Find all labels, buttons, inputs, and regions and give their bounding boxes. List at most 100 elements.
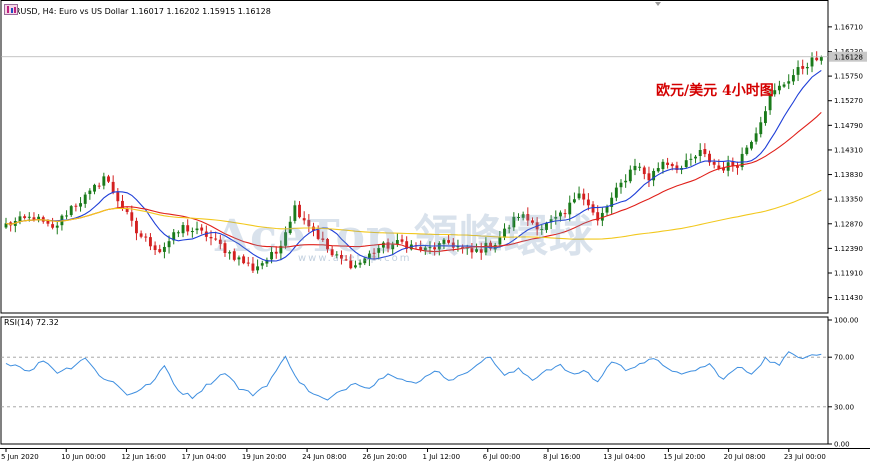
x-tick-label: 1 Jul 12:00 xyxy=(423,453,461,461)
candle-body xyxy=(647,173,651,181)
candle-body xyxy=(23,216,27,219)
candle-body xyxy=(614,187,618,198)
symbol-icon xyxy=(4,4,18,15)
chart-annotation: 欧元/美元 4小时图 xyxy=(656,83,774,99)
candle-body xyxy=(642,167,646,175)
candle-body xyxy=(605,206,609,213)
candle-body xyxy=(689,158,693,160)
candle-body xyxy=(195,228,199,231)
y-tick-label: 1.15750 xyxy=(834,73,863,81)
x-tick-label: 12 Jun 16:00 xyxy=(121,453,165,461)
y-tick-label: 1.13830 xyxy=(834,171,863,179)
candle-body xyxy=(815,57,819,61)
candle-body xyxy=(796,67,800,75)
candle-body xyxy=(176,232,180,234)
candle-body xyxy=(153,245,157,251)
candle-body xyxy=(801,66,805,69)
candle-body xyxy=(791,75,795,82)
candle-body xyxy=(745,147,749,155)
candle-body xyxy=(88,190,92,195)
candle-body xyxy=(638,166,642,168)
candle-body xyxy=(684,160,688,168)
candle-body xyxy=(55,225,59,228)
x-tick-label: 10 Jun 00:00 xyxy=(61,453,105,461)
candle-body xyxy=(750,141,753,149)
candle-body xyxy=(69,206,73,216)
candle-body xyxy=(670,163,674,167)
rsi-line xyxy=(5,351,822,401)
symbol-title: EURUSD, H4: Euro vs US Dollar 1.16017 1.… xyxy=(4,6,271,16)
candle-body xyxy=(190,231,194,233)
x-tick-label: 19 Jun 20:00 xyxy=(242,453,286,461)
candle-body xyxy=(666,162,670,165)
candle-body xyxy=(74,205,78,207)
x-tick-label: 20 Jul 08:00 xyxy=(724,453,766,461)
candle-body xyxy=(97,185,101,187)
x-tick-label: 6 Jul 00:00 xyxy=(483,453,521,461)
candle-body xyxy=(624,180,628,183)
candle-body xyxy=(582,193,586,200)
candle-body xyxy=(759,122,763,135)
candle-body xyxy=(200,227,204,231)
scroll-marker-icon xyxy=(655,2,661,6)
candle-body xyxy=(656,168,660,172)
candle-body xyxy=(65,215,69,217)
y-tick-label: 1.11430 xyxy=(834,294,863,302)
candle-body xyxy=(209,237,213,239)
candle-body xyxy=(353,265,357,268)
x-tick-label: 5 Jun 2020 xyxy=(1,453,39,461)
candle-body xyxy=(27,216,31,218)
main-plot-frame xyxy=(0,0,829,314)
candle-body xyxy=(577,193,581,199)
x-tick-label: 13 Jul 04:00 xyxy=(603,453,645,461)
rsi-y-tick-label: 100.00 xyxy=(834,317,859,325)
candle-body xyxy=(251,263,255,271)
candle-body xyxy=(158,249,162,253)
x-tick-label: 23 Jul 00:00 xyxy=(784,453,826,461)
candle-body xyxy=(777,85,781,91)
x-tick-label: 8 Jul 16:00 xyxy=(543,453,581,461)
candle-body xyxy=(787,81,791,84)
candle-body xyxy=(782,84,786,87)
candle-body xyxy=(51,224,55,228)
candle-body xyxy=(819,56,823,61)
candle-body xyxy=(18,216,22,222)
candle-body xyxy=(256,266,260,271)
candle-body xyxy=(111,181,115,193)
rsi-plot-frame xyxy=(0,316,829,445)
candle-body xyxy=(763,111,767,124)
candle-body xyxy=(130,212,134,221)
candle-body xyxy=(83,194,87,204)
rsi-label: RSI(14) 72.32 xyxy=(4,318,59,327)
y-tick-label: 1.12870 xyxy=(834,220,863,228)
candle-body xyxy=(698,150,702,157)
candle-body xyxy=(619,182,623,188)
x-tick-label: 15 Jul 20:00 xyxy=(663,453,705,461)
candle-body xyxy=(754,133,758,142)
candle-body xyxy=(167,241,171,248)
candle-body xyxy=(661,161,665,170)
candle-body xyxy=(712,162,716,165)
candle-body xyxy=(805,67,809,69)
candle-body xyxy=(93,184,96,192)
candle-body xyxy=(107,176,110,182)
y-tick-label: 1.16710 xyxy=(834,23,863,31)
y-tick-label: 1.11910 xyxy=(834,270,863,278)
candle-body xyxy=(162,246,166,252)
y-tick-label: 1.15270 xyxy=(834,97,863,105)
rsi-y-tick-label: 0.00 xyxy=(834,441,850,449)
x-tick-label: 17 Jun 04:00 xyxy=(182,453,226,461)
chart-window: 1.167101.162301.157501.152701.147901.143… xyxy=(0,0,870,465)
y-tick-label: 1.14790 xyxy=(834,122,863,130)
candle-body xyxy=(810,57,814,67)
current-price-label: 1.16128 xyxy=(834,54,863,62)
candle-body xyxy=(181,225,185,234)
y-tick-label: 1.14310 xyxy=(834,146,863,154)
rsi-y-tick-label: 70.00 xyxy=(834,354,854,362)
candle-body xyxy=(116,192,120,202)
candle-body xyxy=(703,149,707,155)
watermark-url: www.acetop.com xyxy=(298,253,412,264)
candle-body xyxy=(139,233,143,237)
candle-body xyxy=(633,165,637,171)
candle-body xyxy=(135,220,138,234)
